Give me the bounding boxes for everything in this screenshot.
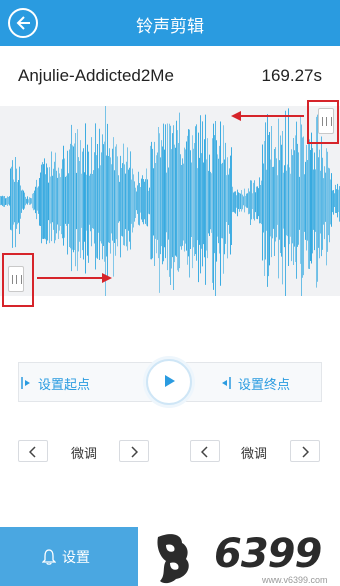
settings-button[interactable]: 设置 (0, 527, 138, 586)
chevron-left-icon (201, 446, 208, 458)
start-handle-marker (2, 253, 34, 307)
fine-end-increase-button[interactable] (290, 440, 320, 462)
page-title: 铃声剪辑 (136, 17, 204, 37)
fine-tune-start: 微调 (18, 440, 152, 462)
set-start-button[interactable]: 设置起点 (20, 372, 150, 394)
chevron-right-icon (131, 446, 138, 458)
title-bar: 铃声剪辑 (0, 0, 340, 46)
fine-tune-end: 微调 (190, 440, 324, 462)
fine-start-decrease-button[interactable] (18, 440, 48, 462)
set-end-button[interactable]: 设置终点 (220, 372, 330, 394)
logo-figure-icon (157, 534, 189, 584)
chevron-right-icon (302, 446, 309, 458)
fine-start-label: 微调 (71, 447, 98, 462)
fine-start-increase-button[interactable] (119, 440, 149, 462)
fine-end-label: 微调 (241, 447, 268, 462)
track-name: Anjulie-Addicted2Me (18, 66, 174, 85)
logo-url: www.v6399.com (262, 575, 328, 585)
play-button[interactable] (146, 359, 192, 405)
bell-icon (42, 549, 56, 565)
watermark-logo: 6399 www.v6399.com (152, 531, 340, 586)
settings-label: 设置 (62, 550, 90, 566)
set-start-label: 设置起点 (38, 377, 91, 393)
bottom-bar: 设置 6399 www.v6399.com (0, 527, 340, 586)
start-arrow (37, 273, 112, 283)
end-handle-marker (307, 100, 339, 144)
track-duration: 169.27s (261, 66, 323, 85)
waveform (0, 106, 340, 296)
play-icon (165, 375, 175, 387)
end-point-icon (222, 377, 231, 389)
waveform-editor[interactable] (0, 100, 340, 307)
fine-end-decrease-button[interactable] (190, 440, 220, 462)
set-end-label: 设置终点 (238, 377, 291, 393)
end-arrow (231, 111, 304, 121)
start-point-icon (21, 377, 30, 389)
chevron-left-icon (29, 446, 36, 458)
logo-text: 6399 (214, 531, 322, 577)
